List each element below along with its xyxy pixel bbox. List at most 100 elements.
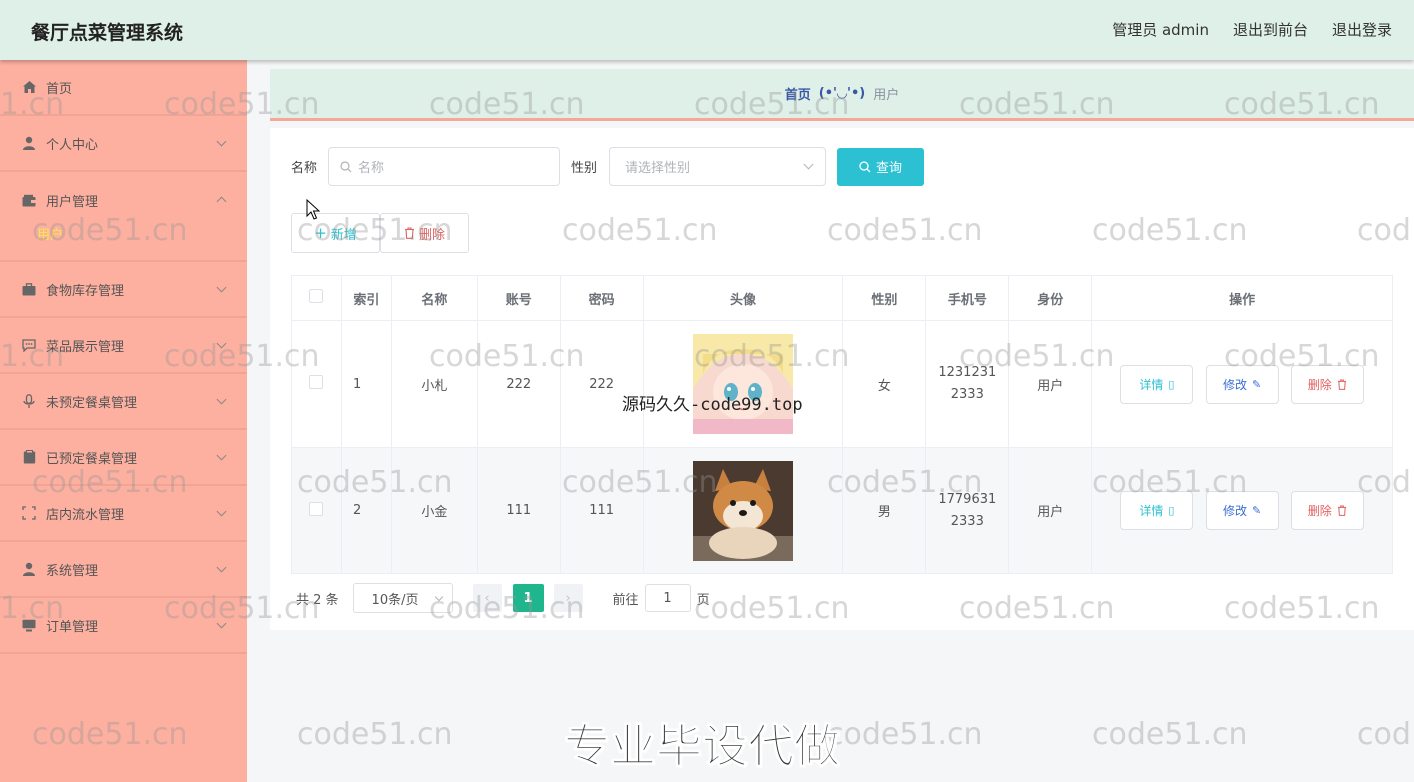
- user-icon: [21, 135, 37, 151]
- column-header: 账号: [476, 275, 561, 321]
- document-icon: ▯: [1168, 377, 1175, 391]
- chevron-right-icon: ›: [565, 590, 571, 606]
- delete-button[interactable]: 删除: [1290, 491, 1364, 530]
- sidebar-item-user-management[interactable]: 用户管理: [0, 172, 247, 228]
- cell-gender: 男: [842, 447, 927, 574]
- breadcrumb-home[interactable]: 首页: [785, 84, 811, 103]
- cell-name: 小札: [390, 320, 478, 448]
- watermark: code51.cn: [827, 717, 983, 752]
- chevron-down-icon: [216, 450, 227, 461]
- edit-button-label: 修改: [1222, 377, 1247, 392]
- breadcrumb-current: 用户: [873, 88, 900, 103]
- pencil-icon: ✎: [1251, 377, 1262, 391]
- header-links: 管理员 admin 退出到前台 退出登录: [1112, 19, 1392, 40]
- sidebar-item-label: 未预定餐桌管理: [46, 395, 138, 411]
- briefcase-icon: [21, 281, 37, 297]
- home-icon: [21, 79, 37, 95]
- sidebar-item-reserved-tables[interactable]: 已预定餐桌管理: [0, 430, 247, 486]
- cell-phone: 1779631 2333: [925, 447, 1010, 574]
- edit-button[interactable]: 修改 ✎: [1205, 491, 1279, 530]
- phone-line-1: 1779631: [938, 491, 997, 507]
- main-content: 首页 (•'◡'•) 用户 名称 名称 性别 请选择性别 查询 + 新增 删除 …: [270, 69, 1414, 630]
- pencil-icon: ✎: [1251, 504, 1262, 517]
- gender-select[interactable]: 请选择性别: [609, 147, 827, 186]
- delete-button[interactable]: 删除: [1290, 364, 1364, 404]
- users-table: 索引 名称 账号 密码 头像 性别 手机号 身份 操作 1 小札 222 222…: [291, 275, 1393, 574]
- detail-button[interactable]: 详情 ▯: [1120, 364, 1194, 404]
- phone-line-1: 1231231: [938, 365, 997, 380]
- row-checkbox[interactable]: [309, 501, 324, 516]
- sidebar-item-inventory[interactable]: 食物库存管理: [0, 262, 247, 318]
- row-select-cell: [291, 320, 342, 448]
- watermark: cod: [1357, 717, 1411, 752]
- name-search-input[interactable]: 名称: [328, 147, 561, 186]
- logout-link[interactable]: 退出登录: [1332, 19, 1392, 40]
- app-title: 餐厅点菜管理系统: [31, 22, 184, 44]
- sidebar-item-label: 菜品展示管理: [46, 339, 125, 355]
- goto-page-input[interactable]: 1: [644, 584, 691, 612]
- detail-button-label: 详情: [1139, 504, 1164, 518]
- sidebar-item-unreserved-tables[interactable]: 未预定餐桌管理: [0, 374, 247, 430]
- sidebar-item-profile[interactable]: 个人中心: [0, 116, 247, 172]
- goto-prefix: 前往: [612, 592, 639, 608]
- admin-label: 管理员 admin: [1112, 21, 1209, 39]
- sidebar-item-system[interactable]: 系统管理: [0, 542, 247, 598]
- cell-avatar: [642, 320, 844, 448]
- cell-name: 小金: [390, 447, 478, 574]
- query-button[interactable]: 查询: [837, 147, 925, 186]
- cell-phone: 1231231 2333: [925, 320, 1010, 448]
- cell-avatar: [642, 447, 844, 574]
- column-header: 头像: [642, 275, 844, 321]
- cell-index: 1: [340, 320, 392, 448]
- sidebar-item-home[interactable]: 首页: [0, 60, 247, 116]
- mic-icon: [21, 393, 37, 409]
- avatar-shiba-dog: [693, 460, 794, 561]
- chevron-up-icon: [216, 196, 227, 207]
- name-filter-label: 名称: [291, 161, 318, 176]
- sidebar-item-label: 首页: [46, 81, 73, 97]
- chevron-down-icon: [216, 506, 227, 517]
- scan-icon: [21, 505, 37, 521]
- add-button[interactable]: + 新增: [291, 213, 380, 253]
- delete-button-label: 删除: [1307, 504, 1332, 518]
- sidebar-item-dishes[interactable]: 菜品展示管理: [0, 318, 247, 374]
- row-checkbox[interactable]: [309, 375, 324, 389]
- prev-page-button[interactable]: ‹: [472, 584, 502, 612]
- table-row: 2 小金 111 111 男 1779631 2333 用户 详情 ▯ 修改 ✎…: [291, 447, 1393, 574]
- chat-icon: [21, 337, 37, 353]
- detail-button[interactable]: 详情 ▯: [1120, 491, 1194, 530]
- sidebar-item-label: 系统管理: [46, 563, 99, 579]
- cell-index: 2: [340, 447, 392, 574]
- table-row: 1 小札 222 222 女 1231231 2333 用户 详情 ▯ 修改 ✎…: [291, 320, 1393, 448]
- sidebar-item-label: 个人中心: [46, 137, 99, 153]
- batch-delete-button[interactable]: 删除: [380, 213, 469, 253]
- chevron-down-icon: [434, 592, 443, 602]
- delete-button-label: 删除: [1307, 377, 1332, 392]
- cell-operations: 详情 ▯ 修改 ✎ 删除: [1091, 320, 1393, 448]
- wallet-icon: [21, 192, 37, 208]
- column-header: 身份: [1008, 275, 1093, 321]
- query-button-label: 查询: [876, 161, 903, 176]
- sidebar-group-users: 用户管理 用户: [0, 172, 247, 262]
- edit-button[interactable]: 修改 ✎: [1205, 364, 1279, 404]
- exit-to-front-link[interactable]: 退出到前台: [1233, 19, 1308, 40]
- page-size-select[interactable]: 10条/页: [352, 583, 453, 613]
- next-page-button[interactable]: ›: [553, 584, 583, 612]
- monitor-icon: [21, 617, 37, 633]
- column-header: 密码: [559, 275, 644, 321]
- sidebar-item-orders[interactable]: 订单管理: [0, 598, 247, 654]
- cell-operations: 详情 ▯ 修改 ✎ 删除: [1091, 447, 1393, 574]
- trash-icon: [404, 227, 415, 239]
- column-header: 名称: [390, 275, 478, 321]
- page-1-button[interactable]: 1: [512, 584, 544, 612]
- sidebar: 首页 个人中心 用户管理 用户 食物库存管理 菜品展示管理 未预定餐桌管理 已预…: [0, 60, 247, 782]
- cell-password: 111: [559, 447, 644, 574]
- page-size-value: 10条/页: [371, 592, 419, 608]
- gender-select-placeholder: 请选择性别: [625, 161, 691, 176]
- pager-total: 共 2 条: [296, 592, 339, 608]
- sidebar-item-cashflow[interactable]: 店内流水管理: [0, 486, 247, 542]
- column-header: 性别: [842, 275, 927, 321]
- trash-icon: [1337, 378, 1347, 390]
- select-all-checkbox[interactable]: [309, 289, 324, 303]
- promo-overlay: 专业毕设代做: [564, 719, 841, 774]
